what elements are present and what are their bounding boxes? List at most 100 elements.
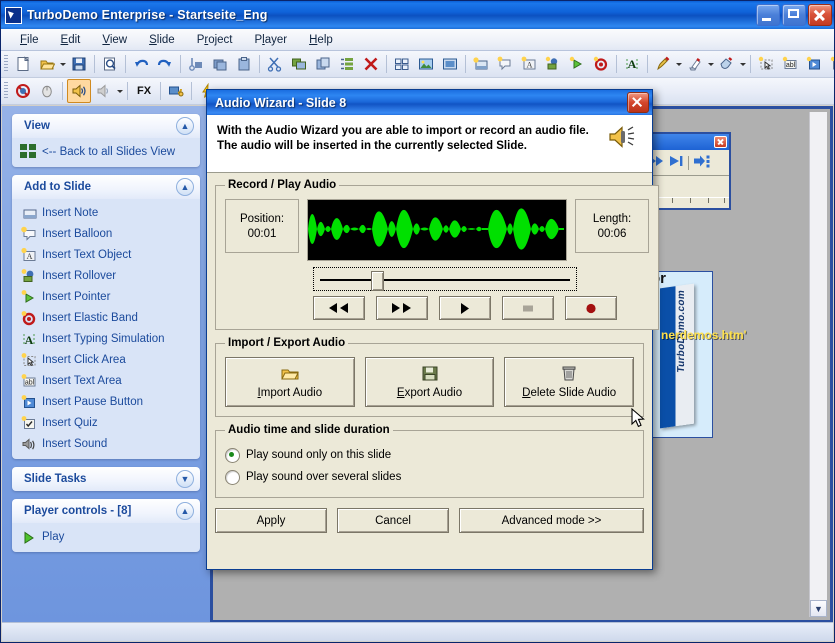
undo-icon[interactable]	[130, 53, 152, 75]
pause-button-icon[interactable]	[803, 53, 825, 75]
sidebar-item-insert-pointer[interactable]: Insert Pointer	[12, 286, 200, 307]
pen-icon[interactable]	[652, 53, 674, 75]
paste-slide-icon[interactable]	[233, 53, 255, 75]
sidebar-item-back-to-all-slides[interactable]: <-- Back to all Slides View	[12, 141, 200, 162]
goto-slide-icon[interactable]	[693, 154, 711, 171]
minimize-button[interactable]	[756, 4, 780, 26]
sidebar-item-insert-elastic-band[interactable]: Insert Elastic Band	[12, 307, 200, 328]
sidebar-item-insert-typing-simulation[interactable]: A Insert Typing Simulation	[12, 328, 200, 349]
highlighter-dropdown-arrow-icon[interactable]	[707, 53, 715, 75]
stop-button[interactable]	[502, 296, 554, 320]
copy-slide-icon[interactable]	[209, 53, 231, 75]
fill-icon[interactable]	[716, 53, 738, 75]
pointer-icon[interactable]	[566, 53, 588, 75]
print-preview-icon[interactable]	[99, 53, 121, 75]
menu-view[interactable]: View	[91, 32, 138, 48]
radio-play-over-several-slides[interactable]: Play sound over several slides	[225, 466, 634, 488]
scissors-icon[interactable]	[264, 53, 286, 75]
speaker-on-icon[interactable]	[67, 79, 91, 103]
highlighter-icon[interactable]	[684, 53, 706, 75]
taskpane-group-view-header[interactable]: View ▲	[12, 114, 200, 138]
text-area-icon[interactable]: abl	[779, 53, 801, 75]
no-sound-icon[interactable]	[12, 80, 34, 102]
apply-button[interactable]: Apply	[215, 508, 327, 533]
chevron-up-icon[interactable]: ▲	[176, 502, 194, 520]
reorder-icon[interactable]	[336, 53, 358, 75]
text-object-icon[interactable]: A	[518, 53, 540, 75]
delete-x-icon[interactable]	[360, 53, 382, 75]
close-button[interactable]	[808, 4, 832, 26]
sidebar-item-insert-sound[interactable]: Insert Sound	[12, 433, 200, 454]
rewind-button[interactable]	[313, 296, 365, 320]
record-button[interactable]	[565, 296, 617, 320]
chevron-up-icon[interactable]: ▲	[176, 117, 194, 135]
slide-sorter-icon[interactable]	[391, 53, 413, 75]
duplicate-icon[interactable]	[288, 53, 310, 75]
menu-edit[interactable]: Edit	[50, 32, 92, 48]
speaker-mute-icon[interactable]	[93, 80, 115, 102]
scroll-down-arrow-icon[interactable]: ▼	[810, 600, 827, 617]
mouse-icon[interactable]	[36, 80, 58, 102]
sidebar-item-insert-text-area[interactable]: abl Insert Text Area	[12, 370, 200, 391]
sidebar-item-play[interactable]: Play	[12, 526, 200, 547]
click-area-icon[interactable]	[755, 53, 777, 75]
menu-player[interactable]: Player	[244, 32, 299, 48]
taskpane-group-add-header[interactable]: Add to Slide ▲	[12, 175, 200, 199]
audio-waveform[interactable]	[307, 199, 567, 261]
open-dropdown-arrow-icon[interactable]	[59, 53, 67, 75]
menu-file[interactable]: File	[9, 32, 50, 48]
cancel-button[interactable]: Cancel	[337, 508, 449, 533]
radio-button-selected-icon[interactable]	[225, 448, 240, 463]
advanced-mode-button[interactable]: Advanced mode >>	[459, 508, 644, 533]
sidebar-item-insert-click-area[interactable]: Insert Click Area	[12, 349, 200, 370]
chevron-down-icon[interactable]: ▼	[176, 470, 194, 488]
elastic-band-icon[interactable]	[590, 53, 612, 75]
fill-dropdown-arrow-icon[interactable]	[739, 53, 747, 75]
sidebar-item-insert-balloon[interactable]: Insert Balloon	[12, 223, 200, 244]
copy-icon[interactable]	[312, 53, 334, 75]
delete-slide-audio-button[interactable]: Delete Slide Audio	[504, 357, 634, 407]
redo-icon[interactable]	[154, 53, 176, 75]
dialog-close-button[interactable]	[627, 92, 649, 113]
play-button[interactable]	[439, 296, 491, 320]
audio-position-slider[interactable]	[313, 267, 577, 291]
toolbar-grip[interactable]	[4, 55, 8, 73]
menu-project[interactable]: Project	[186, 32, 244, 48]
sidebar-item-insert-note[interactable]: Insert Note	[12, 202, 200, 223]
pen-dropdown-arrow-icon[interactable]	[675, 53, 683, 75]
fx-icon[interactable]: FX	[132, 80, 156, 102]
volume-dropdown-arrow-icon[interactable]	[116, 80, 124, 102]
taskpane-group-slide-tasks-header[interactable]: Slide Tasks ▼	[12, 467, 200, 491]
export-audio-button[interactable]: Export Audio	[365, 357, 495, 407]
sidebar-item-insert-rollover[interactable]: Insert Rollover	[12, 265, 200, 286]
typing-simulation-icon[interactable]: A	[621, 53, 643, 75]
chevron-up-icon[interactable]: ▲	[176, 178, 194, 196]
note-icon[interactable]	[470, 53, 492, 75]
taskpane-group-player-controls-header[interactable]: Player controls - [8] ▲	[12, 499, 200, 523]
document-vertical-scrollbar[interactable]: ▼	[809, 112, 827, 617]
effects-icon[interactable]	[165, 80, 187, 102]
next-slide-icon[interactable]	[668, 154, 684, 171]
sidebar-item-insert-quiz[interactable]: Insert Quiz	[12, 412, 200, 433]
menu-help[interactable]: Help	[298, 32, 344, 48]
menu-slide[interactable]: Slide	[138, 32, 186, 48]
open-folder-icon[interactable]	[36, 53, 58, 75]
screenshot-icon[interactable]	[439, 53, 461, 75]
radio-play-only-this-slide[interactable]: Play sound only on this slide	[225, 444, 634, 466]
sidebar-item-insert-pause-button[interactable]: Insert Pause Button	[12, 391, 200, 412]
slider-thumb[interactable]	[371, 271, 384, 291]
radio-button-icon[interactable]	[225, 470, 240, 485]
image-icon[interactable]	[415, 53, 437, 75]
new-document-icon[interactable]	[12, 53, 34, 75]
quiz-icon[interactable]: A	[827, 53, 835, 75]
balloon-icon[interactable]	[494, 53, 516, 75]
toolbar-grip[interactable]	[4, 82, 8, 100]
save-disk-icon[interactable]	[68, 53, 90, 75]
rollover-icon[interactable]	[542, 53, 564, 75]
sidebar-item-insert-text-object[interactable]: A Insert Text Object	[12, 244, 200, 265]
close-icon[interactable]	[714, 136, 727, 148]
maximize-button[interactable]	[782, 4, 806, 26]
import-audio-button[interactable]: Import Audio	[225, 357, 355, 407]
forward-button[interactable]	[376, 296, 428, 320]
cut-slide-icon[interactable]	[185, 53, 207, 75]
